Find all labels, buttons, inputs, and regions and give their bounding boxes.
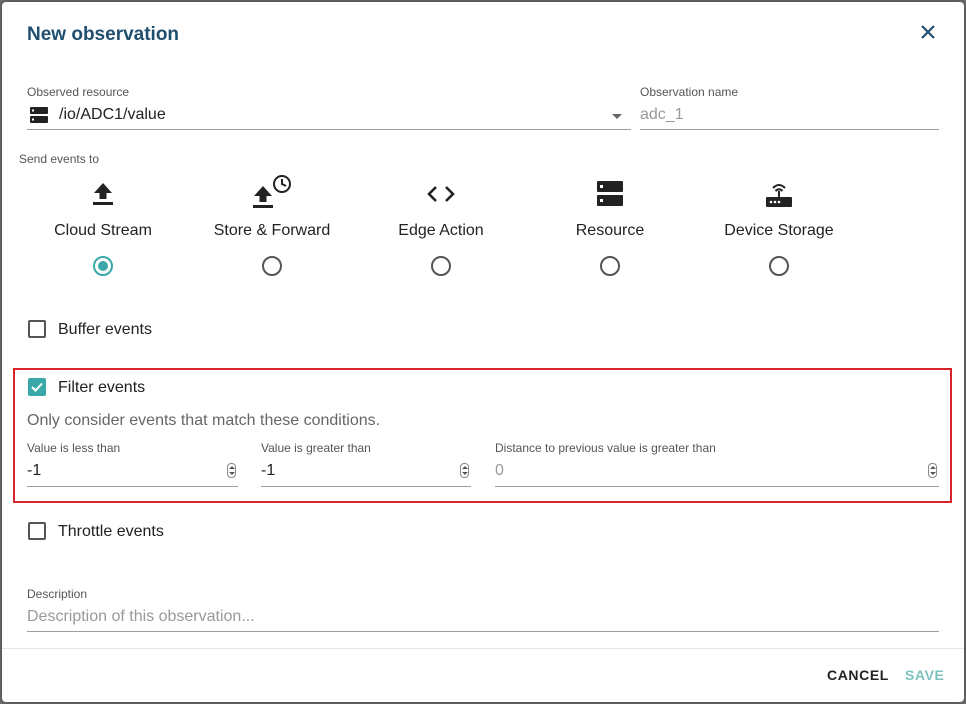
check-icon (31, 382, 43, 392)
chevron-down-icon[interactable] (612, 114, 622, 119)
radio-store-forward[interactable] (262, 256, 282, 276)
radio-device-storage[interactable] (769, 256, 789, 276)
destination-label: Resource (575, 222, 645, 239)
observed-resource-select[interactable]: /io/ADC1/value (59, 106, 166, 124)
greater-than-spinner[interactable] (460, 463, 469, 478)
observation-name-underline (640, 129, 939, 130)
throttle-events-label: Throttle events (58, 523, 164, 540)
destination-store-forward[interactable]: Store & Forward (192, 172, 352, 282)
resource-underline (27, 129, 631, 130)
destination-device-storage[interactable]: Device Storage (699, 172, 859, 282)
filter-events-label: Filter events (58, 379, 146, 396)
send-events-label: Send events to (19, 152, 100, 166)
destination-label: Edge Action (398, 222, 484, 239)
destination-label: Store & Forward (213, 222, 331, 239)
destination-cloud-stream[interactable]: Cloud Stream (23, 172, 183, 282)
filter-events-checkbox[interactable] (28, 378, 46, 396)
destination-edge-action[interactable]: Edge Action (361, 172, 521, 282)
distance-input[interactable]: 0 (495, 462, 504, 480)
filter-description: Only consider events that match these co… (27, 412, 381, 429)
dialog-title: New observation (27, 24, 180, 45)
distance-spinner[interactable] (928, 463, 937, 478)
close-icon[interactable] (917, 21, 939, 43)
server-icon (597, 181, 623, 206)
throttle-events-checkbox[interactable] (28, 522, 46, 540)
description-underline (27, 631, 939, 632)
radio-edge-action[interactable] (431, 256, 451, 276)
destination-label: Cloud Stream (54, 222, 152, 239)
less-than-underline (27, 486, 238, 487)
greater-than-label: Value is greater than (261, 441, 371, 455)
greater-than-underline (261, 486, 471, 487)
filter-events-highlight (13, 368, 952, 503)
cancel-button[interactable]: CANCEL (827, 667, 889, 683)
upload-clock-icon (253, 175, 291, 208)
radio-cloud-stream[interactable] (93, 256, 113, 276)
distance-label: Distance to previous value is greater th… (495, 441, 716, 455)
greater-than-input[interactable]: -1 (261, 462, 275, 480)
buffer-events-label: Buffer events (58, 321, 152, 338)
destination-label: Device Storage (724, 222, 834, 239)
save-button[interactable]: SAVE (905, 667, 945, 683)
observation-name-input[interactable]: adc_1 (640, 106, 684, 124)
radio-resource[interactable] (600, 256, 620, 276)
less-than-label: Value is less than (27, 441, 121, 455)
new-observation-dialog: New observation Observed resource /io/AD… (2, 2, 964, 702)
observation-name-label: Observation name (640, 85, 739, 99)
buffer-events-checkbox[interactable] (28, 320, 46, 338)
upload-icon (93, 183, 113, 205)
footer-divider (2, 648, 964, 649)
router-icon (766, 184, 792, 207)
code-icon (427, 186, 455, 202)
less-than-input[interactable]: -1 (27, 462, 41, 480)
less-than-spinner[interactable] (227, 463, 236, 478)
description-label: Description (27, 587, 88, 601)
distance-underline (495, 486, 939, 487)
description-input[interactable]: Description of this observation... (27, 608, 255, 626)
destination-resource[interactable]: Resource (530, 172, 690, 282)
observed-resource-label: Observed resource (27, 85, 130, 99)
server-icon (30, 107, 48, 123)
